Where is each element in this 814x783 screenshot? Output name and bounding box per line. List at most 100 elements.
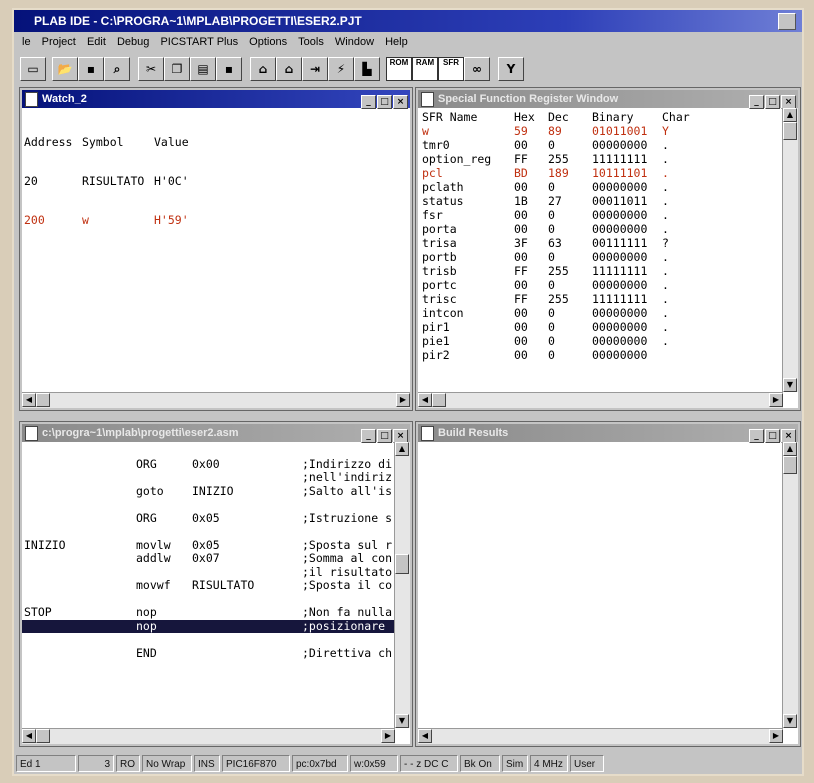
scroll-thumb[interactable] [395, 554, 409, 574]
close-button[interactable]: × [393, 429, 408, 443]
rom-icon[interactable]: ROM [386, 57, 412, 81]
code-line[interactable]: ORG 0x05 ;Istruzione s [22, 511, 395, 526]
app-title-bar[interactable]: PLAB IDE - C:\PROGRA~1\MPLAB\PROGETTI\ES… [14, 10, 802, 32]
vertical-scrollbar[interactable]: ▲ ▼ [394, 442, 410, 728]
scroll-up-button[interactable]: ▲ [783, 108, 797, 122]
copy-icon[interactable]: ❐ [164, 57, 190, 81]
scroll-left-button[interactable]: ◀ [22, 729, 36, 743]
code-line[interactable]: INIZIO movlw 0x05 ;Sposta sul r [22, 538, 395, 553]
sfr-row[interactable]: intcon 00 0 00000000. [422, 306, 702, 320]
scroll-up-button[interactable]: ▲ [395, 442, 409, 456]
code-line[interactable] [22, 525, 395, 539]
project-icon[interactable]: ▭ [20, 57, 46, 81]
code-line[interactable]: ;il risultato [22, 565, 395, 580]
menu-window[interactable]: Window [335, 32, 374, 52]
menu-tools[interactable]: Tools [298, 32, 324, 52]
animate-icon[interactable]: ⚡ [328, 57, 354, 81]
horizontal-scrollbar[interactable]: ◀ ▶ [418, 392, 783, 408]
step-icon[interactable]: ⇥ [302, 57, 328, 81]
sfr-row[interactable]: pir2 00 0 00000000 [422, 348, 702, 362]
horizontal-scrollbar[interactable]: ◀ ▶ [418, 728, 783, 744]
maximize-button[interactable]: □ [377, 429, 392, 443]
sfr-row[interactable]: pie1 00 0 00000000. [422, 334, 702, 348]
code-line[interactable]: ORG 0x00 ;Indirizzo di [22, 457, 395, 472]
scroll-left-button[interactable]: ◀ [22, 393, 36, 407]
sfr-row[interactable]: portb 00 0 00000000. [422, 250, 702, 264]
code-line[interactable] [22, 593, 395, 607]
scroll-thumb[interactable] [36, 729, 50, 743]
sfr-row[interactable]: tmr0 00 0 00000000. [422, 138, 702, 152]
editor-text-area[interactable]: ORG 0x00 ;Indirizzo di ;nell'indiriz goto INI… [22, 444, 395, 660]
scroll-left-button[interactable]: ◀ [418, 393, 432, 407]
menu-file[interactable]: le [22, 32, 31, 52]
scroll-thumb[interactable] [432, 393, 446, 407]
maximize-button[interactable]: □ [765, 429, 780, 443]
scroll-right-button[interactable]: ▶ [769, 393, 783, 407]
scroll-left-button[interactable]: ◀ [418, 729, 432, 743]
code-line[interactable]: goto INIZIO ;Salto all'is [22, 484, 395, 499]
sfr-row[interactable]: pir1 00 0 00000000. [422, 320, 702, 334]
sfr-row[interactable]: option_reg FF 255 11111111. [422, 152, 702, 166]
cut-icon[interactable]: ✂ [138, 57, 164, 81]
sfr-row[interactable]: porta 00 0 00000000. [422, 222, 702, 236]
ram-icon[interactable]: RAM [412, 57, 438, 81]
sfr-row[interactable]: trisa 3F 63 00111111? [422, 236, 702, 250]
vertical-scrollbar[interactable]: ▲ ▼ [782, 442, 798, 728]
code-line[interactable] [22, 498, 395, 512]
paste-icon[interactable]: ▤ [190, 57, 216, 81]
run-icon[interactable]: ⌂ [250, 57, 276, 81]
maximize-button[interactable]: □ [765, 95, 780, 109]
sfr-icon[interactable]: SFR [438, 57, 464, 81]
scroll-thumb[interactable] [783, 456, 797, 474]
close-button[interactable]: × [781, 95, 796, 109]
sfr-window-title-bar[interactable]: Special Function Register Window _ □ × [418, 90, 798, 109]
sfr-row[interactable]: trisb FF 255 11111111. [422, 264, 702, 278]
scroll-down-button[interactable]: ▼ [783, 714, 797, 728]
sfr-row[interactable]: status 1B 27 00011011. [422, 194, 702, 208]
save-all-icon[interactable]: ▪ [216, 57, 242, 81]
watch-row[interactable]: 200 w H'59' [24, 214, 189, 227]
scroll-up-button[interactable]: ▲ [783, 442, 797, 456]
window-control-button[interactable] [778, 13, 796, 30]
watch-row[interactable]: 20 RISULTATO H'0C' [24, 175, 189, 188]
code-line[interactable]: STOP nop ;Non fa nulla [22, 606, 395, 620]
horizontal-scrollbar[interactable]: ◀ ▶ [22, 392, 410, 408]
menu-picstart-plus[interactable]: PICSTART Plus [160, 32, 238, 52]
watch-icon[interactable]: ∞ [464, 57, 490, 81]
close-button[interactable]: × [393, 95, 408, 109]
code-line[interactable] [22, 633, 395, 647]
code-line[interactable]: nop ;posizionare [22, 619, 395, 633]
scroll-thumb[interactable] [36, 393, 50, 407]
minimize-button[interactable]: _ [361, 429, 376, 443]
scroll-right-button[interactable]: ▶ [381, 729, 395, 743]
code-line[interactable] [22, 444, 395, 458]
editor-window-title-bar[interactable]: c:\progra~1\mplab\progetti\eser2.asm _ □ × [22, 424, 410, 443]
maximize-button[interactable]: □ [377, 95, 392, 109]
scroll-right-button[interactable]: ▶ [396, 393, 410, 407]
code-line[interactable]: ;nell'indiriz [22, 471, 395, 485]
sfr-row[interactable]: w 59 89 01011001 Y [422, 124, 702, 138]
sfr-row[interactable]: portc 00 0 00000000. [422, 278, 702, 292]
minimize-button[interactable]: _ [361, 95, 376, 109]
sfr-row[interactable]: pclath 00 0 00000000. [422, 180, 702, 194]
code-line[interactable]: movwf RISULTATO ;Sposta il co [22, 579, 395, 593]
menu-project[interactable]: Project [42, 32, 76, 52]
menu-edit[interactable]: Edit [87, 32, 106, 52]
menu-options[interactable]: Options [249, 32, 287, 52]
scroll-down-button[interactable]: ▼ [783, 378, 797, 392]
sfr-row[interactable]: trisc FF 255 11111111. [422, 292, 702, 306]
filter-icon[interactable]: Y [498, 57, 524, 81]
minimize-button[interactable]: _ [749, 95, 764, 109]
sfr-row[interactable]: fsr 00 0 00000000. [422, 208, 702, 222]
menu-help[interactable]: Help [385, 32, 408, 52]
vertical-scrollbar[interactable]: ▲ ▼ [782, 108, 798, 392]
code-line[interactable]: END ;Direttiva ch [22, 646, 395, 661]
save-icon[interactable]: ▪ [78, 57, 104, 81]
scroll-down-button[interactable]: ▼ [395, 714, 409, 728]
code-line[interactable]: addlw 0x07 ;Somma al con [22, 552, 395, 566]
scroll-thumb[interactable] [783, 122, 797, 140]
scroll-right-button[interactable]: ▶ [769, 729, 783, 743]
find-icon[interactable]: ⌕ [104, 57, 130, 81]
close-button[interactable]: × [781, 429, 796, 443]
horizontal-scrollbar[interactable]: ◀ ▶ [22, 728, 395, 744]
